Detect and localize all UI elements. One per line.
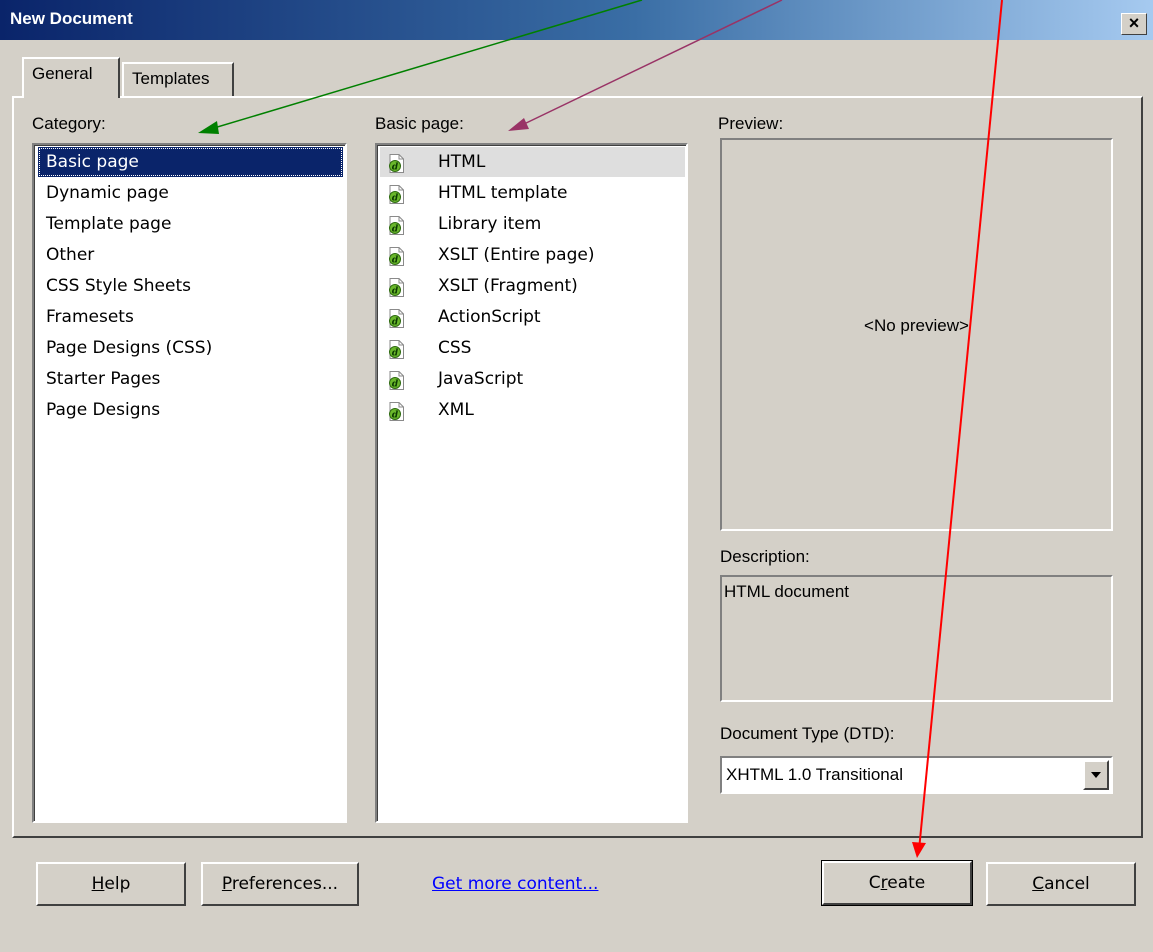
category-item-css-style-sheets[interactable]: CSS Style Sheets xyxy=(38,271,343,301)
page-type-listbox[interactable]: d HTML d HTML template d Library item d XSLT… xyxy=(375,143,688,823)
list-item-label: HTML template xyxy=(438,183,568,203)
svg-text:d: d xyxy=(392,225,399,235)
list-item-label: HTML xyxy=(438,152,486,172)
button-mnemonic: P xyxy=(221,874,232,894)
document-type-select[interactable]: XHTML 1.0 Transitional xyxy=(720,756,1113,794)
close-button[interactable]: × xyxy=(1121,13,1147,35)
category-item-dynamic-page[interactable]: Dynamic page xyxy=(38,178,343,208)
help-button[interactable]: Help xyxy=(36,862,186,906)
svg-text:d: d xyxy=(392,194,399,204)
list-item-label: XSLT (Fragment) xyxy=(438,276,578,296)
list-item[interactable]: d JavaScript xyxy=(380,364,685,394)
list-item[interactable]: d Library item xyxy=(380,209,685,239)
title-bar[interactable]: New Document × xyxy=(0,0,1153,40)
button-mnemonic: H xyxy=(91,874,105,894)
button-label-suffix: ancel xyxy=(1044,874,1090,894)
button-mnemonic: C xyxy=(1032,874,1045,894)
dreamweaver-file-icon: d xyxy=(388,401,405,421)
svg-text:d: d xyxy=(392,349,399,359)
dtd-label: Document Type (DTD): xyxy=(720,724,895,743)
svg-text:d: d xyxy=(392,318,399,328)
list-item[interactable]: d HTML template xyxy=(380,178,685,208)
list-item-label: CSS xyxy=(438,338,472,358)
dreamweaver-file-icon: d xyxy=(388,215,405,235)
close-icon: × xyxy=(1128,13,1140,33)
preview-label: Preview: xyxy=(718,114,784,133)
dreamweaver-file-icon: d xyxy=(388,277,405,297)
create-button[interactable]: Create xyxy=(821,860,973,906)
category-item-page-designs-css[interactable]: Page Designs (CSS) xyxy=(38,333,343,363)
list-item-label: ActionScript xyxy=(438,307,541,327)
dreamweaver-file-icon: d xyxy=(388,370,405,390)
list-item-label: Library item xyxy=(438,214,542,234)
type-list-label: Basic page: xyxy=(375,114,464,133)
preview-pane: <No preview> xyxy=(720,138,1113,531)
svg-text:d: d xyxy=(392,411,399,421)
list-item[interactable]: d XSLT (Fragment) xyxy=(380,271,685,301)
button-label-suffix: eate xyxy=(887,873,926,893)
dreamweaver-file-icon: d xyxy=(388,184,405,204)
cancel-button[interactable]: Cancel xyxy=(986,862,1136,906)
category-item-basic-page[interactable]: Basic page xyxy=(38,147,343,177)
get-more-content-link[interactable]: Get more content... xyxy=(432,874,598,894)
category-item-starter-pages[interactable]: Starter Pages xyxy=(38,364,343,394)
tab-templates[interactable]: Templates xyxy=(122,62,234,96)
description-box: HTML document xyxy=(720,575,1113,702)
svg-text:d: d xyxy=(392,380,399,390)
list-item-label: XML xyxy=(438,400,474,420)
list-item-label: JavaScript xyxy=(438,369,524,389)
list-item[interactable]: d CSS xyxy=(380,333,685,363)
dropdown-button[interactable] xyxy=(1083,760,1109,790)
preferences-button[interactable]: Preferences... xyxy=(201,862,359,906)
tab-general[interactable]: General xyxy=(22,57,120,98)
category-item-framesets[interactable]: Framesets xyxy=(38,302,343,332)
svg-text:d: d xyxy=(392,287,399,297)
description-label: Description: xyxy=(720,547,810,566)
category-label: Category: xyxy=(32,114,106,133)
list-item[interactable]: d ActionScript xyxy=(380,302,685,332)
window-title: New Document xyxy=(10,9,133,28)
list-item[interactable]: d XSLT (Entire page) xyxy=(380,240,685,270)
category-item-other[interactable]: Other xyxy=(38,240,343,270)
category-item-page-designs[interactable]: Page Designs xyxy=(38,395,343,425)
description-text: HTML document xyxy=(724,582,850,601)
tab-label: Templates xyxy=(132,69,210,88)
button-label-suffix: references... xyxy=(231,874,339,894)
list-item[interactable]: d HTML xyxy=(380,147,685,177)
tab-label: General xyxy=(32,64,93,83)
list-item[interactable]: d XML xyxy=(380,395,685,425)
svg-text:d: d xyxy=(392,163,399,173)
preview-text: <No preview> xyxy=(864,316,969,335)
category-item-template-page[interactable]: Template page xyxy=(38,209,343,239)
button-label-prefix: C xyxy=(868,873,881,893)
button-label-suffix: elp xyxy=(104,874,131,894)
list-item-label: XSLT (Entire page) xyxy=(438,245,595,265)
dreamweaver-file-icon: d xyxy=(388,153,405,173)
chevron-down-icon xyxy=(1091,772,1101,778)
dreamweaver-file-icon: d xyxy=(388,339,405,359)
dreamweaver-file-icon: d xyxy=(388,246,405,266)
category-listbox[interactable]: Basic page Dynamic page Template page Ot… xyxy=(32,143,347,823)
document-type-value: XHTML 1.0 Transitional xyxy=(726,765,903,784)
svg-text:d: d xyxy=(392,256,399,266)
dreamweaver-file-icon: d xyxy=(388,308,405,328)
